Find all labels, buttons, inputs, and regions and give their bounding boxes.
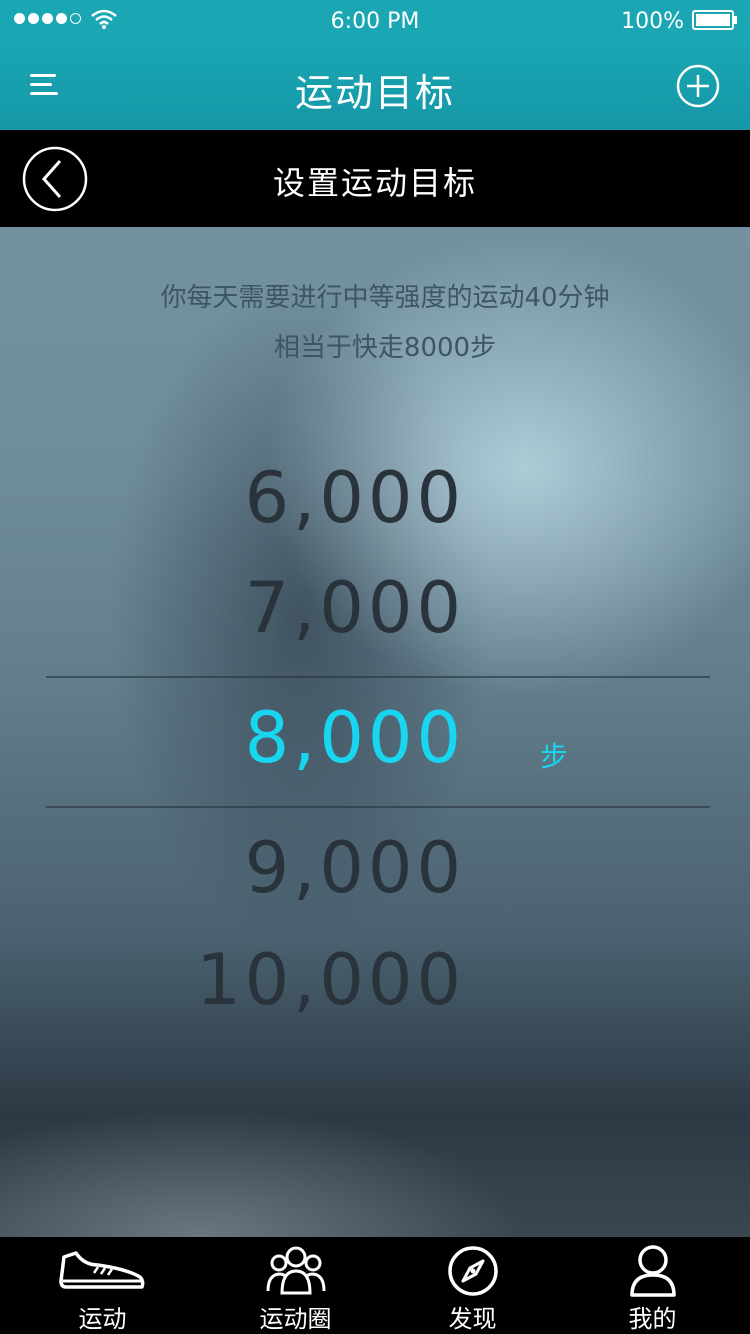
tab-label: 运动圈	[259, 1305, 332, 1333]
status-bar: 6:00 PM 100%	[0, 0, 750, 42]
picker-option[interactable]: 9,000	[245, 827, 465, 909]
goal-picker-panel: 你每天需要进行中等强度的运动40分钟 相当于快走8000步 6,000 7,00…	[0, 227, 750, 1237]
tab-bar: 运动 运动圈 发现 我的	[0, 1237, 750, 1334]
tab-label: 运动	[78, 1305, 127, 1333]
plus-circle-icon[interactable]	[676, 64, 720, 108]
tab-mine[interactable]: 我的	[595, 1237, 710, 1334]
nav-bar: 运动目标	[0, 42, 750, 130]
group-icon	[266, 1246, 325, 1295]
page-title: 运动目标	[294, 71, 455, 115]
sub-header-title: 设置运动目标	[272, 164, 477, 202]
selection-divider-top	[46, 676, 710, 678]
sneaker-icon	[58, 1251, 144, 1289]
tab-discover[interactable]: 发现	[415, 1237, 530, 1334]
compass-icon	[447, 1246, 498, 1296]
goal-equivalent: 相当于快走8000步	[273, 333, 497, 363]
tab-sport-circle[interactable]: 运动圈	[238, 1237, 353, 1334]
person-icon	[629, 1245, 676, 1297]
steps-unit-label: 步	[540, 740, 569, 773]
goal-description: 你每天需要进行中等强度的运动40分钟	[160, 283, 610, 313]
picker-option-selected[interactable]: 8,000	[245, 697, 465, 779]
picker-option[interactable]: 7,000	[245, 567, 465, 649]
battery-percentage: 100%	[621, 9, 684, 34]
tab-sport[interactable]: 运动	[45, 1237, 160, 1334]
picker-option[interactable]: 10,000	[196, 939, 465, 1021]
tab-label: 发现	[448, 1305, 497, 1333]
tab-label: 我的	[628, 1305, 677, 1333]
picker-option[interactable]: 6,000	[245, 457, 465, 539]
battery-icon	[692, 10, 737, 30]
sub-header: 设置运动目标	[0, 130, 750, 227]
selection-divider-bottom	[46, 806, 710, 808]
